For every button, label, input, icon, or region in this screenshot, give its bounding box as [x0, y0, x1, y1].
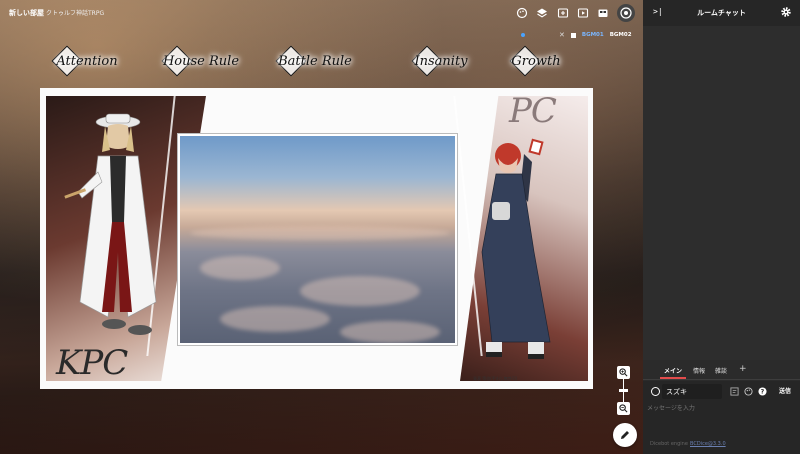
- tab-chat[interactable]: 雑談: [715, 366, 727, 375]
- game-board-area[interactable]: 新しい部屋 クトゥルフ神話TRPG ✕ BGM01 BGM02 Attentio: [0, 0, 643, 454]
- message-input[interactable]: [647, 403, 796, 435]
- zoom-in-icon[interactable]: [617, 366, 630, 379]
- dicebot-label: Dicebot engine: [650, 441, 688, 447]
- house-rule-card[interactable]: House Rule: [161, 45, 240, 77]
- edit-pencil-button[interactable]: [613, 423, 637, 447]
- chat-tabs: メイン 情報 雑談 +: [643, 360, 800, 380]
- kpc-label: KPC: [56, 343, 128, 383]
- help-icon[interactable]: ?: [758, 387, 767, 396]
- growth-card[interactable]: Growth: [508, 45, 564, 77]
- play-video-icon[interactable]: [576, 6, 590, 20]
- bgm02-button[interactable]: BGM02: [610, 32, 632, 38]
- speaker-avatar-icon[interactable]: [651, 387, 660, 396]
- zoom-slider-handle[interactable]: [619, 389, 628, 392]
- room-chat-panel: >| ルームチャット メイン 情報 雑談 + スズキ ? 送信 Dicebot …: [643, 0, 800, 454]
- chat-header: >| ルームチャット: [643, 0, 800, 26]
- character-select-icon[interactable]: [730, 387, 739, 396]
- battle-rule-card[interactable]: Battle Rule: [275, 45, 354, 77]
- attention-card[interactable]: Attention: [51, 45, 122, 77]
- chat-title: ルームチャット: [697, 9, 746, 17]
- tab-info[interactable]: 情報: [693, 366, 705, 375]
- battle-rule-label: Battle Rule: [278, 53, 352, 69]
- game-system-label: クトゥルフ神話TRPG: [46, 10, 105, 17]
- pc-character-image[interactable]: [472, 132, 582, 372]
- insanity-label: Insanity: [414, 53, 468, 69]
- bgm-status-icon: [521, 33, 525, 37]
- board-panel[interactable]: KPC PC 発表 等倍(手出し無許可): [40, 88, 593, 389]
- scene-icon[interactable]: [596, 6, 610, 20]
- chat-compose: スズキ ? 送信 Dicebot engine BCDice@3.3.0: [643, 381, 800, 454]
- active-tab-indicator: [660, 377, 686, 379]
- kpc-character-image[interactable]: [58, 112, 173, 352]
- add-tab-button[interactable]: +: [739, 364, 747, 374]
- pencil-icon: [621, 431, 629, 439]
- bgm01-button[interactable]: BGM01: [582, 32, 604, 38]
- speaker-name-field[interactable]: スズキ: [662, 384, 722, 399]
- top-bar: 新しい部屋 クトゥルフ神話TRPG: [0, 0, 643, 28]
- pc-label: PC: [509, 91, 557, 131]
- scene-image[interactable]: [178, 134, 457, 345]
- room-title[interactable]: 新しい部屋: [9, 8, 44, 18]
- dicebot-link[interactable]: BCDice@3.3.0: [690, 441, 726, 447]
- zoom-out-icon[interactable]: [617, 402, 630, 415]
- bgm-controls: ✕ BGM01 BGM02: [521, 30, 632, 40]
- attention-label: Attention: [56, 53, 118, 69]
- layers-icon[interactable]: [535, 6, 549, 20]
- credit-text: 発表 等倍(手出し無許可): [473, 376, 518, 381]
- mute-icon[interactable]: ✕: [559, 31, 565, 39]
- palette-icon[interactable]: [744, 387, 753, 396]
- send-button[interactable]: 送信: [779, 386, 791, 395]
- palette-icon[interactable]: [515, 6, 529, 20]
- svg-text:?: ?: [761, 389, 765, 396]
- avatar-icon[interactable]: [617, 4, 635, 22]
- house-rule-label: House Rule: [162, 53, 240, 69]
- chat-log[interactable]: [643, 26, 800, 360]
- gear-icon[interactable]: [780, 6, 792, 18]
- stop-icon[interactable]: [570, 32, 576, 38]
- tab-main[interactable]: メイン: [664, 366, 682, 375]
- insanity-card[interactable]: Insanity: [410, 45, 472, 77]
- zoom-controls: [617, 366, 631, 416]
- image-add-icon[interactable]: [556, 6, 570, 20]
- growth-label: Growth: [511, 53, 561, 69]
